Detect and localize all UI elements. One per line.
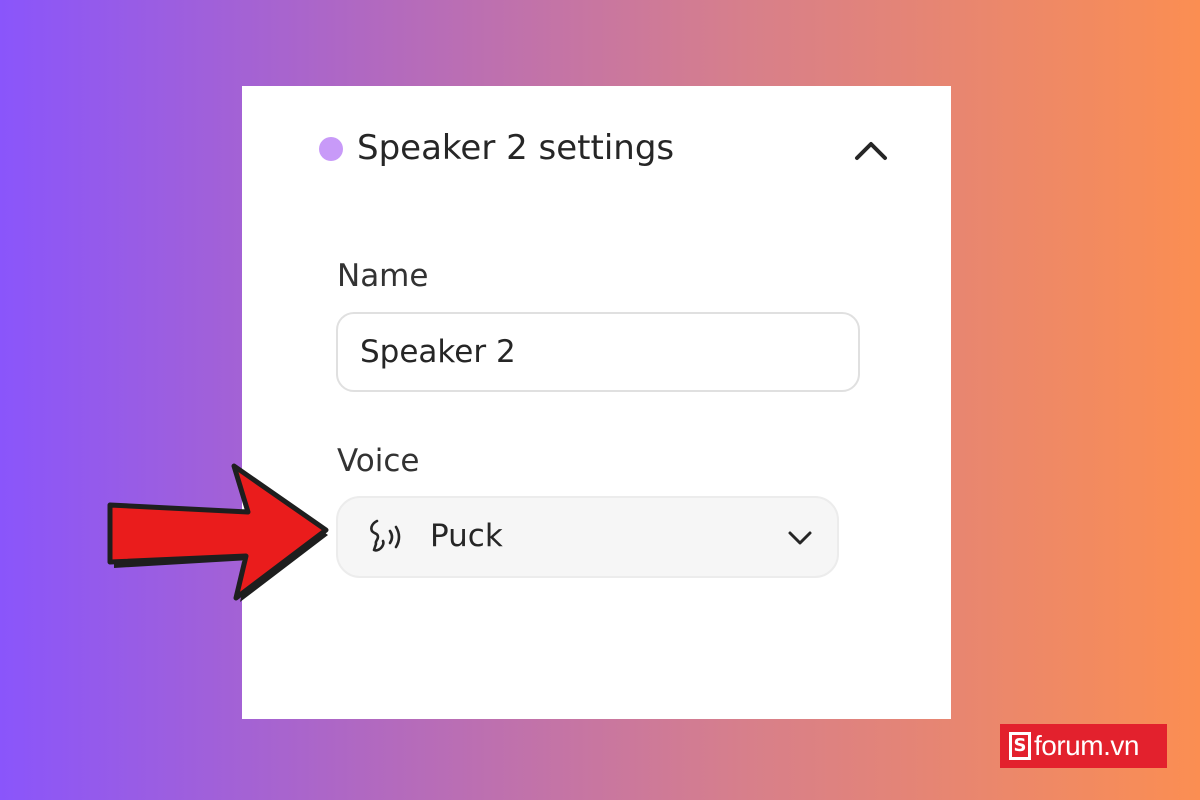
name-label: Name <box>337 258 429 294</box>
voice-select[interactable]: Puck <box>336 496 839 578</box>
speaker-color-dot <box>319 137 343 161</box>
chevron-up-icon <box>855 142 887 160</box>
speaker-settings-header[interactable]: Speaker 2 settings <box>242 86 951 216</box>
sforum-logo-text: forum.vn <box>1034 730 1139 761</box>
collapse-button[interactable] <box>849 130 893 170</box>
chevron-down-icon <box>788 531 812 545</box>
voice-label: Voice <box>337 443 420 479</box>
speaker-settings-title: Speaker 2 settings <box>357 128 675 168</box>
sforum-logo-mark: S <box>1009 732 1031 760</box>
sforum-logo: S forum.vn <box>1000 724 1167 768</box>
speaker-settings-panel: Speaker 2 settings Name Voice Puck <box>242 86 951 719</box>
red-arrow-icon <box>107 463 329 602</box>
voice-speaking-icon <box>370 519 401 552</box>
voice-selected-value: Puck <box>430 518 503 554</box>
name-input[interactable] <box>336 312 860 392</box>
